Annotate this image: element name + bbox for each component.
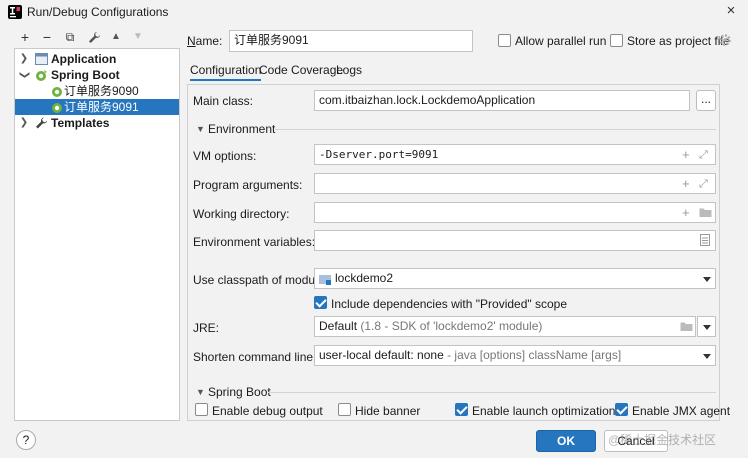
shorten-command-line-label: Shorten command line: [193, 350, 317, 364]
plus-icon[interactable]: + [682, 206, 690, 220]
configuration-tree[interactable]: ❯ Application ❯ Spring Boot 订单服务9090 订单服… [14, 48, 180, 421]
divider [268, 392, 716, 393]
window-title: Run/Debug Configurations [27, 5, 169, 19]
environment-section-title[interactable]: Environment [208, 122, 275, 136]
divider [275, 129, 716, 130]
tree-item-application[interactable]: ❯ Application [15, 51, 179, 67]
enable-debug-output-checkbox[interactable] [195, 403, 208, 416]
application-icon [35, 53, 48, 65]
main-class-label: Main class: [193, 94, 254, 108]
plus-icon[interactable]: + [682, 148, 690, 162]
gear-icon[interactable] [718, 33, 732, 47]
tree-item-config-9090[interactable]: 订单服务9090 [15, 83, 179, 99]
chevron-down-icon[interactable] [703, 354, 711, 359]
chevron-down-icon[interactable]: ▼ [196, 124, 205, 134]
tab-configuration[interactable]: Configuration [190, 63, 262, 81]
classpath-module-select[interactable]: lockdemo2 [314, 268, 716, 289]
edit-templates-button[interactable] [85, 28, 103, 46]
watermark: @稀土掘金技术社区 [608, 433, 717, 447]
spring-boot-config-icon [52, 103, 62, 113]
chevron-right-icon[interactable]: ❯ [19, 51, 29, 67]
spring-boot-icon [36, 70, 47, 81]
store-as-project-file-checkbox[interactable] [610, 34, 623, 47]
chevron-down-icon[interactable]: ❯ [16, 70, 32, 80]
remove-configuration-button[interactable]: − [38, 28, 56, 46]
tree-item-config-9091[interactable]: 订单服务9091 [15, 99, 179, 115]
chevron-down-icon[interactable] [703, 325, 711, 330]
expand-icon[interactable]: ⤢ [699, 177, 708, 191]
folder-icon[interactable] [699, 207, 712, 218]
hide-banner-label: Hide banner [355, 404, 421, 418]
classpath-module-label: Use classpath of module: [193, 273, 328, 287]
plus-icon[interactable]: + [682, 177, 690, 191]
tree-item-templates[interactable]: ❯ Templates [15, 115, 179, 131]
tab-code-coverage[interactable]: Code Coverage [259, 63, 343, 77]
copy-configuration-button[interactable]: ⧉ [61, 28, 79, 46]
jre-select[interactable]: Default (1.8 - SDK of 'lockdemo2' module… [314, 316, 696, 337]
include-provided-checkbox[interactable] [314, 296, 327, 309]
environment-variables-input[interactable] [314, 230, 716, 251]
module-folder-icon [319, 275, 331, 285]
move-up-button[interactable]: ▲ [107, 28, 125, 46]
enable-launch-optimization-label: Enable launch optimization [472, 404, 616, 418]
include-provided-label: Include dependencies with "Provided" sco… [331, 297, 568, 311]
close-button[interactable]: × [720, 1, 742, 21]
program-arguments-input[interactable] [314, 173, 716, 194]
name-input[interactable]: 订单服务9091 [229, 30, 473, 52]
help-button[interactable]: ? [16, 430, 36, 450]
store-as-project-file-label: Store as project file [627, 34, 730, 48]
chevron-right-icon[interactable]: ❯ [19, 115, 29, 131]
tab-logs[interactable]: Logs [336, 63, 362, 77]
allow-parallel-run-label: Allow parallel run [515, 34, 607, 48]
main-class-input[interactable]: com.itbaizhan.lock.LockdemoApplication [314, 90, 690, 111]
jre-label: JRE: [193, 321, 220, 335]
enable-debug-output-label: Enable debug output [212, 404, 323, 418]
allow-parallel-run-checkbox[interactable] [498, 34, 511, 47]
enable-jmx-agent-checkbox[interactable] [615, 403, 628, 416]
browse-main-class-button[interactable]: ... [696, 90, 716, 111]
folder-icon[interactable] [680, 321, 693, 332]
program-arguments-label: Program arguments: [193, 178, 303, 192]
add-configuration-button[interactable]: + [16, 28, 34, 46]
document-icon[interactable] [700, 234, 710, 246]
environment-variables-label: Environment variables: [193, 235, 316, 249]
intellij-app-icon [8, 5, 22, 19]
hide-banner-checkbox[interactable] [338, 403, 351, 416]
enable-jmx-agent-label: Enable JMX agent [632, 404, 731, 418]
tree-item-spring-boot[interactable]: ❯ Spring Boot [15, 67, 179, 83]
wrench-icon [88, 31, 100, 43]
name-label: Name: [187, 34, 223, 48]
shorten-command-line-select[interactable]: user-local default: none - java [options… [314, 345, 716, 366]
ok-button[interactable]: OK [536, 430, 596, 452]
working-directory-input[interactable] [314, 202, 716, 223]
wrench-icon [36, 117, 47, 129]
vm-options-label: VM options: [193, 149, 257, 163]
enable-launch-optimization-checkbox[interactable] [455, 403, 468, 416]
working-directory-label: Working directory: [193, 207, 290, 221]
expand-icon[interactable]: ⤢ [699, 148, 708, 162]
spring-boot-config-icon [52, 87, 62, 97]
vm-options-input[interactable]: -Dserver.port=9091 [314, 144, 716, 165]
chevron-down-icon[interactable] [703, 277, 711, 282]
chevron-down-icon[interactable]: ▼ [196, 387, 205, 397]
move-down-button[interactable]: ▼ [129, 28, 147, 46]
spring-boot-section-title[interactable]: Spring Boot [208, 385, 271, 399]
